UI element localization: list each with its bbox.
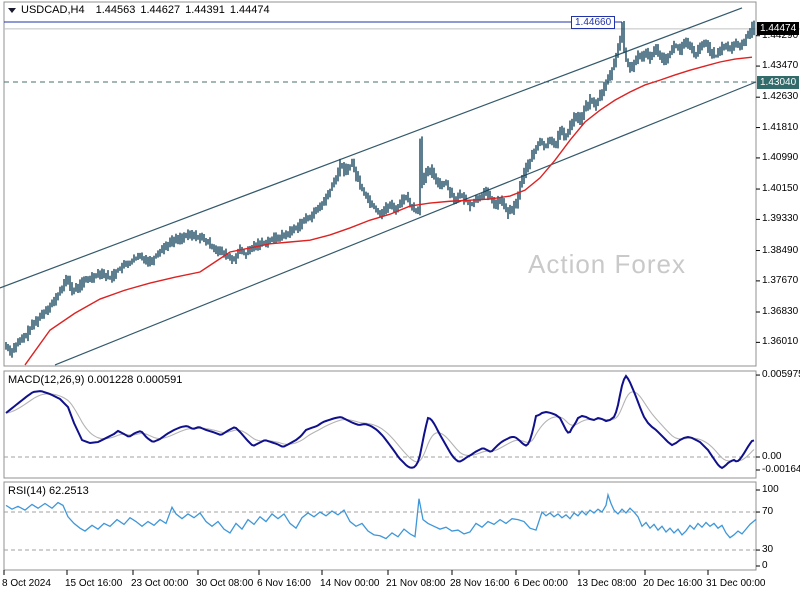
candle-series	[5, 20, 755, 358]
time-axis-label: 6 Nov 16:00	[257, 578, 311, 589]
time-axis-label: 21 Nov 08:00	[386, 578, 446, 589]
time-axis-label: 30 Oct 08:00	[196, 578, 254, 589]
price-axis-label: 1.37670	[762, 274, 799, 286]
price-axis-label: 1.36830	[762, 306, 799, 317]
time-axis-label: 15 Oct 16:00	[65, 578, 123, 589]
price-axis-label: 1.43470	[762, 60, 799, 72]
symbol-name: USDCAD,H4	[21, 4, 85, 16]
rsi-axis-label: 100	[762, 484, 779, 495]
price-axis-label: 1.41810	[762, 121, 799, 133]
time-axis-label: 23 Oct 00:00	[131, 578, 189, 589]
rsi-axis-label: 30	[762, 544, 774, 556]
level-price-tag: 1.43040	[757, 75, 800, 89]
price-axis-label: 1.40990	[762, 151, 799, 163]
symbol-title: USDCAD,H4 1.44563 1.44627 1.44391 1.4447…	[8, 4, 270, 16]
symbol-dropdown-icon[interactable]	[8, 7, 16, 13]
chart-window: USDCAD,H4 1.44563 1.44627 1.44391 1.4447…	[0, 0, 800, 600]
time-axis-label: 20 Dec 16:00	[643, 578, 703, 589]
hline-price-label[interactable]: 1.44660	[571, 15, 616, 29]
main-panel-border	[3, 1, 757, 367]
channel-line-upper[interactable]	[0, 7, 743, 289]
bar-low: 1.44391	[185, 4, 225, 16]
time-axis-label: 6 Dec 00:00	[514, 578, 568, 589]
price-axis-label: 1.36010	[762, 336, 799, 348]
time-axis-label: 8 Oct 2024	[2, 578, 51, 589]
rsi-axis-label: 70	[762, 506, 774, 518]
macd-axis-label: 0.00	[762, 451, 782, 462]
rsi-axis-label: 0	[762, 560, 768, 571]
time-axis-label: 14 Nov 00:00	[320, 578, 380, 589]
chart-canvas	[0, 1, 800, 575]
channel-line-lower[interactable]	[54, 81, 757, 366]
macd-axis-label: 0.005975	[762, 369, 800, 381]
rsi-line	[5, 492, 757, 540]
bar-open: 1.44563	[95, 4, 136, 16]
current-price-tag: 1.44474	[757, 22, 800, 36]
bar-high: 1.44627	[140, 4, 181, 16]
price-axis-label: 1.38490	[762, 244, 799, 256]
watermark: Action Forex	[528, 249, 686, 279]
macd-panel-border	[3, 370, 757, 479]
bar-close: 1.44474	[229, 4, 270, 16]
price-axis-label: 1.39330	[762, 213, 799, 225]
macd-signal-line	[5, 391, 755, 463]
price-axis-label: 1.40150	[762, 183, 799, 195]
macd-line	[5, 374, 755, 470]
price-axis-label: 1.42630	[762, 91, 799, 103]
macd-axis-label: -0.001643	[762, 464, 800, 475]
time-axis-label: 13 Dec 08:00	[577, 578, 637, 589]
time-axis-label: 31 Dec 00:00	[706, 578, 766, 589]
macd-indicator-label: MACD(12,26,9) 0.001228 0.000591	[8, 374, 183, 386]
rsi-indicator-label: RSI(14) 62.2513	[8, 485, 89, 497]
time-axis-label: 28 Nov 16:00	[450, 578, 510, 589]
